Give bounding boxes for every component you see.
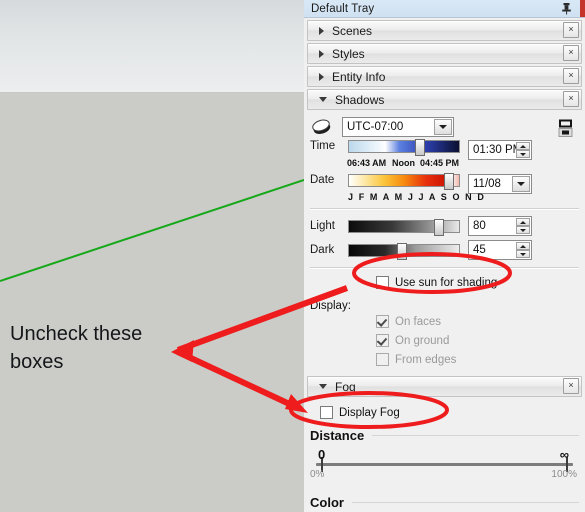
- close-section-entity-info[interactable]: ×: [563, 68, 579, 84]
- chevron-right-icon[interactable]: [319, 26, 324, 35]
- time-step-down[interactable]: [516, 150, 530, 158]
- default-tray-panel[interactable]: Default Tray Scenes × Styles × Entity In…: [304, 0, 585, 512]
- chevron-down-icon[interactable]: [319, 97, 327, 102]
- chevron-right-icon[interactable]: [319, 49, 324, 58]
- section-header-entity-info[interactable]: Entity Info ×: [307, 66, 582, 87]
- timezone-value: UTC-07:00: [347, 121, 404, 133]
- dark-step-down[interactable]: [516, 250, 530, 258]
- dark-step-up[interactable]: [516, 242, 530, 250]
- timezone-combobox[interactable]: UTC-07:00: [342, 117, 454, 137]
- display-fog-row[interactable]: Display Fog: [320, 403, 579, 422]
- light-slider-thumb[interactable]: [433, 218, 444, 236]
- display-on-ground-checkbox[interactable]: [376, 334, 389, 347]
- dark-spinbox[interactable]: 45: [468, 240, 532, 260]
- date-combobox[interactable]: 11/08: [468, 174, 532, 194]
- sketchup-3d-viewport[interactable]: [0, 0, 304, 512]
- light-step-down[interactable]: [516, 226, 530, 234]
- chevron-down-icon[interactable]: [434, 119, 452, 135]
- section-label-entity-info: Entity Info: [332, 69, 386, 84]
- use-sun-for-shading-label: Use sun for shading: [395, 276, 498, 289]
- date-slider-thumb[interactable]: [443, 173, 454, 190]
- light-step-up[interactable]: [516, 218, 530, 226]
- time-spinbox[interactable]: 01:30 PM: [468, 140, 532, 160]
- display-on-faces-row[interactable]: On faces: [376, 312, 579, 331]
- tray-accent-sliver: [580, 0, 585, 17]
- time-step-up[interactable]: [516, 142, 530, 150]
- time-label: Time: [310, 140, 336, 152]
- section-header-fog[interactable]: Fog ×: [307, 376, 582, 397]
- shadows-panel-body: UTC-07:00 Time 01:30 PM 06:43 AM Noon 04…: [304, 110, 585, 369]
- fog-distance-min-tick: 0%: [310, 469, 325, 480]
- pushpin-icon[interactable]: [560, 2, 573, 15]
- section-header-styles[interactable]: Styles ×: [307, 43, 582, 64]
- date-value: 11/08: [473, 178, 501, 190]
- section-label-fog: Fog: [335, 379, 356, 394]
- fog-distance-far-value: ∞: [559, 447, 569, 462]
- display-on-ground-row[interactable]: On ground: [376, 331, 579, 350]
- close-section-scenes[interactable]: ×: [563, 22, 579, 38]
- close-section-styles[interactable]: ×: [563, 45, 579, 61]
- section-label-shadows: Shadows: [335, 92, 385, 107]
- time-tick-sunrise: 06:43 AM: [347, 158, 387, 168]
- display-on-faces-label: On faces: [395, 315, 442, 328]
- fog-panel-body: Display Fog Distance 0 ∞ 0% 100% Color: [304, 397, 585, 510]
- dark-slider[interactable]: [348, 242, 460, 260]
- dark-slider-thumb[interactable]: [397, 242, 408, 260]
- dark-label: Dark: [310, 244, 335, 256]
- date-slider[interactable]: [348, 173, 460, 190]
- time-value: 01:30 PM: [473, 144, 523, 156]
- display-fog-label: Display Fog: [339, 406, 400, 419]
- light-stepper[interactable]: [516, 218, 530, 234]
- distance-title: Distance: [310, 428, 365, 443]
- tray-title: Default Tray: [311, 2, 375, 15]
- section-header-shadows[interactable]: Shadows ×: [307, 89, 582, 110]
- time-slider[interactable]: [348, 139, 460, 156]
- close-section-shadows[interactable]: ×: [563, 91, 579, 107]
- tray-titlebar[interactable]: Default Tray: [304, 0, 585, 18]
- display-on-ground-label: On ground: [395, 334, 450, 347]
- section-header-scenes[interactable]: Scenes ×: [307, 20, 582, 41]
- chevron-down-icon[interactable]: [512, 176, 530, 192]
- fog-distance-near-value: 0: [318, 447, 326, 462]
- color-title: Color: [310, 495, 344, 510]
- show-shadows-toggle-button[interactable]: [558, 119, 573, 137]
- divider: [310, 267, 579, 269]
- sky-background: [0, 0, 304, 93]
- light-label: Light: [310, 220, 335, 232]
- time-tick-noon: Noon: [392, 158, 415, 168]
- display-on-faces-checkbox[interactable]: [376, 315, 389, 328]
- fog-distance-max-tick: 100%: [551, 469, 577, 480]
- use-sun-for-shading-row[interactable]: Use sun for shading: [376, 273, 579, 292]
- light-slider[interactable]: [348, 218, 460, 236]
- light-spinbox[interactable]: 80: [468, 216, 532, 236]
- light-value: 80: [473, 220, 486, 232]
- date-month-ticks: J F M A M J J A S O N D: [348, 192, 486, 202]
- shadow-cast-icon: [312, 119, 331, 134]
- time-slider-thumb[interactable]: [415, 139, 425, 156]
- display-from-edges-row[interactable]: From edges: [376, 350, 579, 369]
- use-sun-for-shading-checkbox[interactable]: [376, 276, 389, 289]
- divider: [310, 208, 579, 210]
- display-label: Display:: [310, 300, 351, 312]
- close-section-fog[interactable]: ×: [563, 378, 579, 394]
- dark-stepper[interactable]: [516, 242, 530, 258]
- display-from-edges-label: From edges: [395, 353, 457, 366]
- fog-distance-track: [316, 463, 573, 466]
- chevron-right-icon[interactable]: [319, 72, 324, 81]
- dark-value: 45: [473, 244, 486, 256]
- display-from-edges-checkbox[interactable]: [376, 353, 389, 366]
- display-fog-checkbox[interactable]: [320, 406, 333, 419]
- time-stepper[interactable]: [516, 142, 530, 158]
- green-axis-line: [0, 179, 304, 282]
- chevron-down-icon[interactable]: [319, 384, 327, 389]
- time-tick-sunset: 04:45 PM: [420, 158, 460, 168]
- fog-distance-slider[interactable]: 0 ∞ 0% 100%: [310, 447, 579, 483]
- date-label: Date: [310, 174, 335, 186]
- section-label-scenes: Scenes: [332, 23, 373, 38]
- section-label-styles: Styles: [332, 46, 365, 61]
